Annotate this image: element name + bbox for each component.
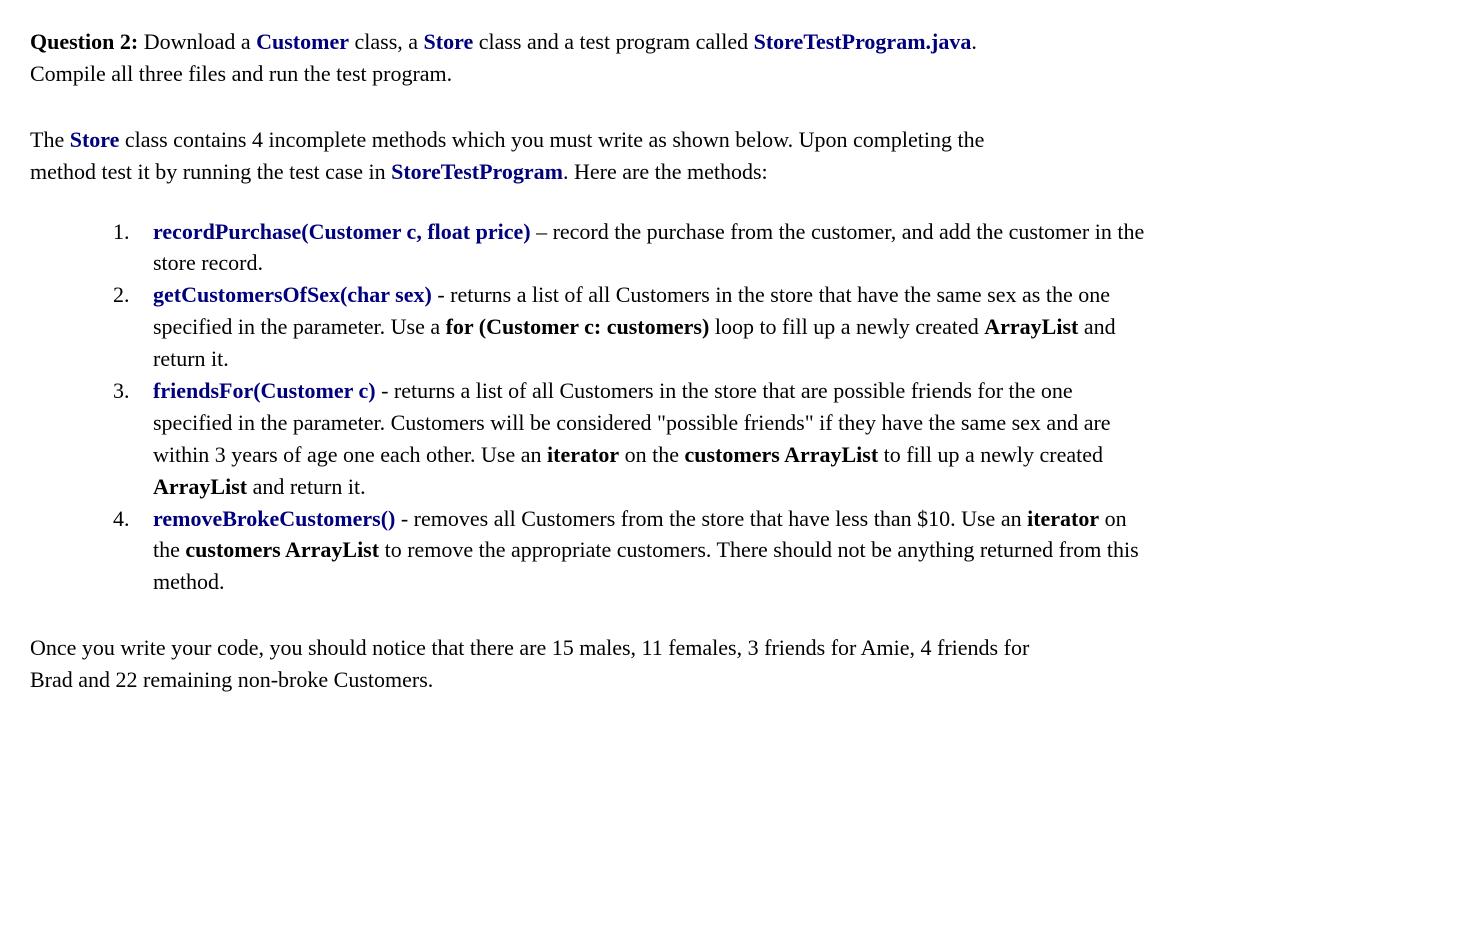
- method-signature: removeBrokeCustomers(): [153, 506, 395, 531]
- closing-paragraph: Once you write your code, you should not…: [30, 632, 1050, 696]
- method-item-1: recordPurchase(Customer c, float price) …: [135, 216, 1155, 280]
- bold-text: iterator: [547, 442, 619, 467]
- bold-text: iterator: [1027, 506, 1099, 531]
- link-store[interactable]: Store: [424, 29, 474, 54]
- text: class and a test program called: [473, 29, 753, 54]
- text: . Here are the methods:: [563, 159, 768, 184]
- method-item-2: getCustomersOfSex(char sex) - returns a …: [135, 279, 1155, 375]
- methods-list: recordPurchase(Customer c, float price) …: [30, 216, 1155, 599]
- bold-text: customers ArrayList: [684, 442, 878, 467]
- question-label: Question 2:: [30, 29, 138, 54]
- text: Download a: [138, 29, 256, 54]
- bold-text: for (Customer c: customers): [446, 314, 710, 339]
- link-storetestprogram[interactable]: StoreTestProgram.java: [754, 29, 972, 54]
- method-item-3: friendsFor(Customer c) - returns a list …: [135, 375, 1155, 503]
- text: Once you write your code, you should not…: [30, 635, 1029, 692]
- link-store-2[interactable]: Store: [70, 127, 120, 152]
- text: The: [30, 127, 70, 152]
- link-customer[interactable]: Customer: [256, 29, 349, 54]
- bold-text: ArrayList: [984, 314, 1078, 339]
- method-signature: friendsFor(Customer c): [153, 378, 376, 403]
- text: loop to fill up a newly created: [709, 314, 984, 339]
- text: on the: [619, 442, 684, 467]
- bold-text: customers ArrayList: [185, 537, 379, 562]
- text: to fill up a newly created: [878, 442, 1103, 467]
- intro-paragraph: Question 2: Download a Customer class, a…: [30, 26, 1050, 90]
- second-paragraph: The Store class contains 4 incomplete me…: [30, 124, 1050, 188]
- text: and return it.: [247, 474, 366, 499]
- method-signature: getCustomersOfSex(char sex): [153, 282, 432, 307]
- bold-text: ArrayList: [153, 474, 247, 499]
- text: class, a: [349, 29, 424, 54]
- link-storetestprogram-2[interactable]: StoreTestProgram: [391, 159, 563, 184]
- method-item-4: removeBrokeCustomers() - removes all Cus…: [135, 503, 1155, 599]
- method-signature: recordPurchase(Customer c, float price): [153, 219, 531, 244]
- text: - removes all Customers from the store t…: [395, 506, 1027, 531]
